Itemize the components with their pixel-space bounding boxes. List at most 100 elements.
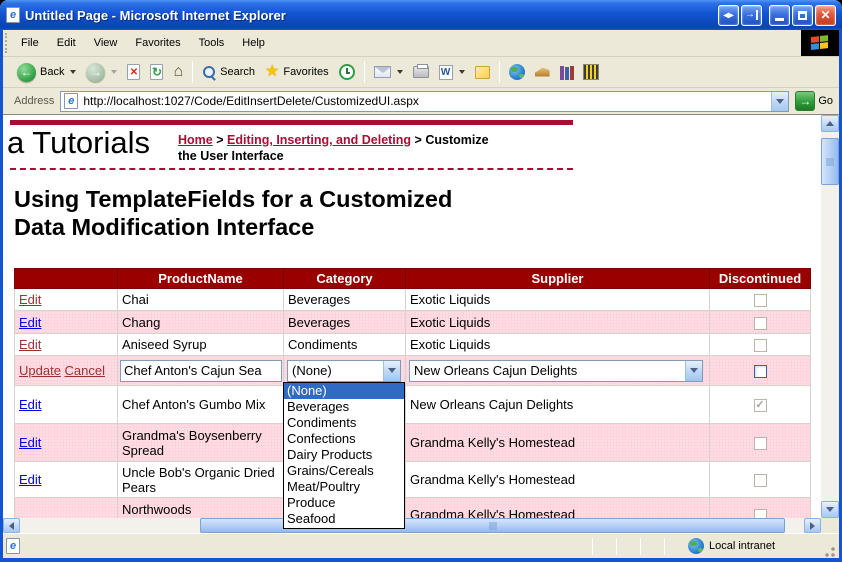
minimize-button[interactable]	[769, 5, 790, 26]
dropdown-option[interactable]: Grains/Cereals	[284, 463, 404, 479]
address-combo[interactable]: e http://localhost:1027/Code/EditInsertD…	[60, 91, 789, 112]
discontinued-checkbox	[754, 294, 767, 307]
menu-file[interactable]: File	[12, 30, 48, 56]
edit-link[interactable]: Edit	[19, 337, 41, 352]
forward-button[interactable]: →	[81, 61, 122, 84]
menu-favorites[interactable]: Favorites	[126, 30, 189, 56]
dropdown-button[interactable]	[383, 361, 400, 381]
back-button[interactable]: ← Back	[12, 61, 81, 84]
dropdown-option[interactable]: Confections	[284, 431, 404, 447]
refresh-button[interactable]: ↻	[145, 62, 168, 82]
shoe-icon	[535, 68, 550, 77]
address-dropdown-button[interactable]	[771, 92, 788, 111]
supplier-cell: New Orleans Cajun Delights	[406, 386, 710, 424]
search-button[interactable]: Search	[197, 63, 260, 81]
dropdown-option[interactable]: Dairy Products	[284, 447, 404, 463]
go-label[interactable]: Go	[818, 95, 833, 107]
dropdown-option[interactable]: Beverages	[284, 399, 404, 415]
discontinued-checkbox	[754, 474, 767, 487]
dropdown-button[interactable]	[685, 361, 702, 381]
print-button[interactable]	[408, 64, 434, 80]
category-cell: Condiments	[284, 334, 406, 356]
go-button[interactable]: →	[795, 91, 815, 111]
edit-dropdown-icon[interactable]	[459, 70, 465, 74]
windows-logo-throbber	[801, 30, 839, 56]
vertical-scroll-track[interactable]	[821, 132, 839, 501]
cancel-link[interactable]: Cancel	[65, 363, 105, 378]
discuss-button[interactable]	[470, 64, 495, 81]
chevron-down-icon	[776, 99, 784, 104]
update-link[interactable]: Update	[19, 363, 61, 378]
breadcrumb-separator: >	[216, 133, 223, 147]
vertical-scroll-thumb[interactable]	[821, 138, 839, 185]
scroll-left-button[interactable]	[3, 518, 20, 533]
home-button[interactable]: ⌂	[168, 63, 188, 81]
breadcrumb-section-link[interactable]: Editing, Inserting, and Deleting	[227, 133, 411, 147]
vertical-scrollbar[interactable]	[821, 115, 839, 518]
menu-help[interactable]: Help	[233, 30, 274, 56]
history-icon	[339, 64, 355, 80]
category-dropdown[interactable]: (None)	[287, 360, 401, 382]
scroll-up-button[interactable]	[821, 115, 839, 132]
horizontal-scrollbar[interactable]	[3, 518, 821, 533]
mail-button[interactable]	[369, 64, 408, 80]
detach-window-button[interactable]: →	[741, 5, 762, 26]
favorites-button[interactable]: ★ Favorites	[260, 62, 334, 82]
addon-button-3[interactable]	[555, 63, 579, 82]
category-cell: Beverages	[284, 311, 406, 334]
forward-dropdown-icon	[111, 70, 117, 74]
resize-grip[interactable]	[822, 544, 836, 558]
maximize-button[interactable]	[792, 5, 813, 26]
menubar-grip[interactable]	[5, 33, 10, 53]
dropdown-option[interactable]: Produce	[284, 495, 404, 511]
dropdown-option[interactable]: Meat/Poultry	[284, 479, 404, 495]
product-cell: Grandma's Boysenberry Spread	[118, 424, 284, 462]
dropdown-option[interactable]: Condiments	[284, 415, 404, 431]
page-title: Using TemplateFields for a Customized Da…	[14, 185, 614, 241]
breadcrumb-separator: >	[415, 133, 422, 147]
supplier-dropdown[interactable]: New Orleans Cajun Delights	[409, 360, 703, 382]
back-dropdown-icon[interactable]	[70, 70, 76, 74]
breadcrumb-current-line2: the User Interface	[178, 149, 284, 163]
standard-toolbar: ← Back → ✕ ↻ ⌂ Search ★	[3, 57, 839, 88]
product-cell: Chai	[118, 289, 284, 311]
edit-link[interactable]: Edit	[19, 397, 41, 412]
switch-window-button[interactable]: ◂▸	[718, 5, 739, 26]
dropdown-option[interactable]: Seafood	[284, 511, 404, 527]
chevron-up-icon	[826, 121, 834, 126]
window-title: Untitled Page - Microsoft Internet Explo…	[25, 8, 718, 23]
horizontal-scroll-track[interactable]	[20, 518, 804, 533]
scrollbar-corner	[821, 518, 839, 533]
breadcrumb-home-link[interactable]: Home	[178, 133, 213, 147]
product-name-input[interactable]	[120, 360, 282, 382]
menu-edit[interactable]: Edit	[48, 30, 85, 56]
discontinued-checkbox[interactable]	[754, 365, 767, 378]
history-button[interactable]	[334, 62, 360, 82]
grid-header-row: ProductName Category Supplier Discontinu…	[15, 269, 811, 289]
research-addon-button[interactable]	[504, 62, 530, 82]
edit-link[interactable]: Edit	[19, 315, 41, 330]
edit-link[interactable]: Edit	[19, 435, 41, 450]
menu-bar: File Edit View Favorites Tools Help	[3, 30, 839, 57]
menu-view[interactable]: View	[85, 30, 127, 56]
table-row: Edit Chef Anton's Gumbo Mix New Orleans …	[15, 386, 811, 424]
messenger-addon-button[interactable]	[579, 63, 603, 81]
table-row: Edit Chang Beverages Exotic Liquids	[15, 311, 811, 334]
discontinued-checkbox	[754, 437, 767, 450]
edit-with-word-button[interactable]: W	[434, 63, 470, 82]
close-button[interactable]: ✕	[815, 5, 836, 26]
menu-tools[interactable]: Tools	[190, 30, 234, 56]
dropdown-option-selected[interactable]: (None)	[284, 383, 404, 399]
statusbar-divider	[616, 538, 617, 555]
mail-dropdown-icon[interactable]	[397, 70, 403, 74]
edit-link[interactable]: Edit	[19, 292, 41, 307]
title-bar[interactable]: e Untitled Page - Microsoft Internet Exp…	[0, 0, 842, 30]
addon-button-2[interactable]	[530, 66, 555, 79]
scroll-down-button[interactable]	[821, 501, 839, 518]
edit-link[interactable]: Edit	[19, 472, 41, 487]
scroll-right-button[interactable]	[804, 518, 821, 533]
stop-button[interactable]: ✕	[122, 62, 145, 82]
header-category: Category	[284, 269, 406, 289]
address-url[interactable]: http://localhost:1027/Code/EditInsertDel…	[83, 94, 771, 108]
dashed-divider	[10, 168, 573, 170]
